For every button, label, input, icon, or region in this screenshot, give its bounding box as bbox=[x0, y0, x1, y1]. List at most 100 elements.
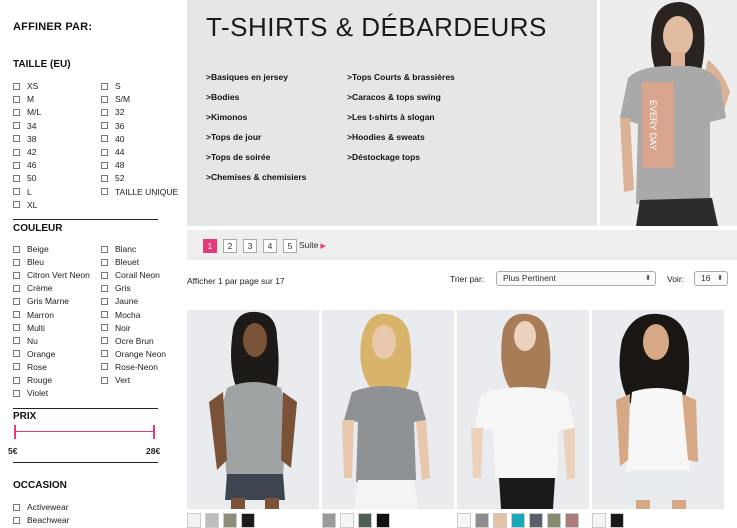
product-card[interactable] bbox=[322, 310, 454, 509]
checkbox[interactable] bbox=[13, 258, 20, 266]
checkbox[interactable] bbox=[13, 389, 20, 397]
subcategory-link[interactable]: >Les t-shirts à slogan bbox=[347, 112, 435, 122]
checkbox[interactable] bbox=[13, 503, 20, 511]
subcategory-link[interactable]: >Tops de jour bbox=[206, 132, 261, 142]
color-swatch[interactable] bbox=[205, 513, 219, 528]
size-option[interactable]: 44 bbox=[101, 147, 124, 157]
color-swatch[interactable] bbox=[610, 513, 624, 528]
checkbox[interactable] bbox=[13, 297, 20, 305]
checkbox[interactable] bbox=[101, 363, 108, 371]
color-swatch[interactable] bbox=[565, 513, 579, 528]
color-swatch[interactable] bbox=[475, 513, 489, 528]
size-option[interactable]: 42 bbox=[13, 147, 36, 157]
color-option[interactable]: Bleu bbox=[13, 257, 44, 267]
color-option[interactable]: Crème bbox=[13, 283, 53, 293]
checkbox[interactable] bbox=[101, 297, 108, 305]
checkbox[interactable] bbox=[101, 258, 108, 266]
checkbox[interactable] bbox=[13, 174, 20, 182]
subcategory-link[interactable]: >Bodies bbox=[206, 92, 239, 102]
color-swatch[interactable] bbox=[529, 513, 543, 528]
color-swatch[interactable] bbox=[457, 513, 471, 528]
subcategory-link[interactable]: >Kimonos bbox=[206, 112, 247, 122]
checkbox[interactable] bbox=[101, 245, 108, 253]
checkbox[interactable] bbox=[13, 148, 20, 156]
subcategory-link[interactable]: >Tops de soirée bbox=[206, 152, 270, 162]
checkbox[interactable] bbox=[101, 148, 108, 156]
color-option[interactable]: Ocre Brun bbox=[101, 336, 154, 346]
checkbox[interactable] bbox=[101, 108, 108, 116]
subcategory-link[interactable]: >Caracos & tops swing bbox=[347, 92, 441, 102]
price-slider-max-handle[interactable] bbox=[153, 425, 155, 439]
checkbox[interactable] bbox=[101, 135, 108, 143]
size-option[interactable]: 52 bbox=[101, 173, 124, 183]
checkbox[interactable] bbox=[13, 516, 20, 524]
checkbox[interactable] bbox=[101, 350, 108, 358]
color-option[interactable]: Noir bbox=[101, 323, 131, 333]
product-card[interactable] bbox=[187, 310, 319, 509]
size-option[interactable]: M/L bbox=[13, 107, 41, 117]
color-option[interactable]: Vert bbox=[101, 375, 130, 385]
color-option[interactable]: Beige bbox=[13, 244, 49, 254]
size-option[interactable]: S/M bbox=[101, 94, 130, 104]
size-option[interactable]: 46 bbox=[13, 160, 36, 170]
checkbox[interactable] bbox=[101, 82, 108, 90]
checkbox[interactable] bbox=[13, 324, 20, 332]
subcategory-link[interactable]: >Hoodies & sweats bbox=[347, 132, 425, 142]
color-option[interactable]: Citron Vert Neon bbox=[13, 270, 90, 280]
color-swatch[interactable] bbox=[322, 513, 336, 528]
next-page-link[interactable]: Suite ▶ bbox=[299, 240, 326, 250]
color-option[interactable]: Mocha bbox=[101, 310, 141, 320]
color-option[interactable]: Rouge bbox=[13, 375, 52, 385]
price-slider-min-handle[interactable] bbox=[14, 425, 16, 439]
color-option[interactable]: Nu bbox=[13, 336, 38, 346]
checkbox[interactable] bbox=[101, 324, 108, 332]
checkbox[interactable] bbox=[13, 95, 20, 103]
subcategory-link[interactable]: >Tops Courts & brassières bbox=[347, 72, 455, 82]
size-option[interactable]: 36 bbox=[101, 121, 124, 131]
color-swatch[interactable] bbox=[223, 513, 237, 528]
checkbox[interactable] bbox=[101, 311, 108, 318]
size-option[interactable]: 48 bbox=[101, 160, 124, 170]
checkbox[interactable] bbox=[101, 271, 108, 279]
color-option[interactable]: Marron bbox=[13, 310, 54, 320]
checkbox[interactable] bbox=[13, 363, 20, 371]
page-button[interactable]: 3 bbox=[243, 239, 257, 253]
color-swatch[interactable] bbox=[493, 513, 507, 528]
checkbox[interactable] bbox=[13, 82, 20, 90]
checkbox[interactable] bbox=[101, 284, 108, 292]
checkbox[interactable] bbox=[13, 350, 20, 358]
size-option[interactable]: 40 bbox=[101, 134, 124, 144]
product-card[interactable] bbox=[457, 310, 589, 509]
color-option[interactable]: Corail Neon bbox=[101, 270, 160, 280]
color-swatch[interactable] bbox=[547, 513, 561, 528]
color-option[interactable]: Violet bbox=[13, 388, 48, 398]
size-option[interactable]: XL bbox=[13, 200, 37, 210]
checkbox[interactable] bbox=[101, 188, 108, 196]
checkbox[interactable] bbox=[13, 122, 20, 130]
checkbox[interactable] bbox=[13, 311, 20, 318]
size-option[interactable]: 32 bbox=[101, 107, 124, 117]
page-button[interactable]: 2 bbox=[223, 239, 237, 253]
checkbox[interactable] bbox=[101, 95, 108, 103]
checkbox[interactable] bbox=[13, 161, 20, 169]
color-option[interactable]: Rose-Neon bbox=[101, 362, 158, 372]
occasion-option[interactable]: Beachwear bbox=[13, 515, 70, 525]
checkbox[interactable] bbox=[13, 271, 20, 279]
color-option[interactable]: Jaune bbox=[101, 296, 138, 306]
checkbox[interactable] bbox=[13, 135, 20, 143]
color-option[interactable]: Bleuet bbox=[101, 257, 139, 267]
size-option[interactable]: M bbox=[13, 94, 34, 104]
color-swatch[interactable] bbox=[340, 513, 354, 528]
color-option[interactable]: Orange bbox=[13, 349, 55, 359]
checkbox[interactable] bbox=[101, 376, 108, 384]
subcategory-link[interactable]: >Chemises & chemisiers bbox=[206, 172, 306, 182]
size-option[interactable]: 34 bbox=[13, 121, 36, 131]
checkbox[interactable] bbox=[13, 376, 20, 384]
price-slider-track[interactable] bbox=[15, 431, 155, 432]
size-option[interactable]: TAILLE UNIQUE bbox=[101, 187, 178, 197]
color-option[interactable]: Blanc bbox=[101, 244, 136, 254]
page-button[interactable]: 5 bbox=[283, 239, 297, 253]
color-option[interactable]: Gris Marne bbox=[13, 296, 69, 306]
size-option[interactable]: S bbox=[101, 81, 121, 91]
size-option[interactable]: XS bbox=[13, 81, 38, 91]
